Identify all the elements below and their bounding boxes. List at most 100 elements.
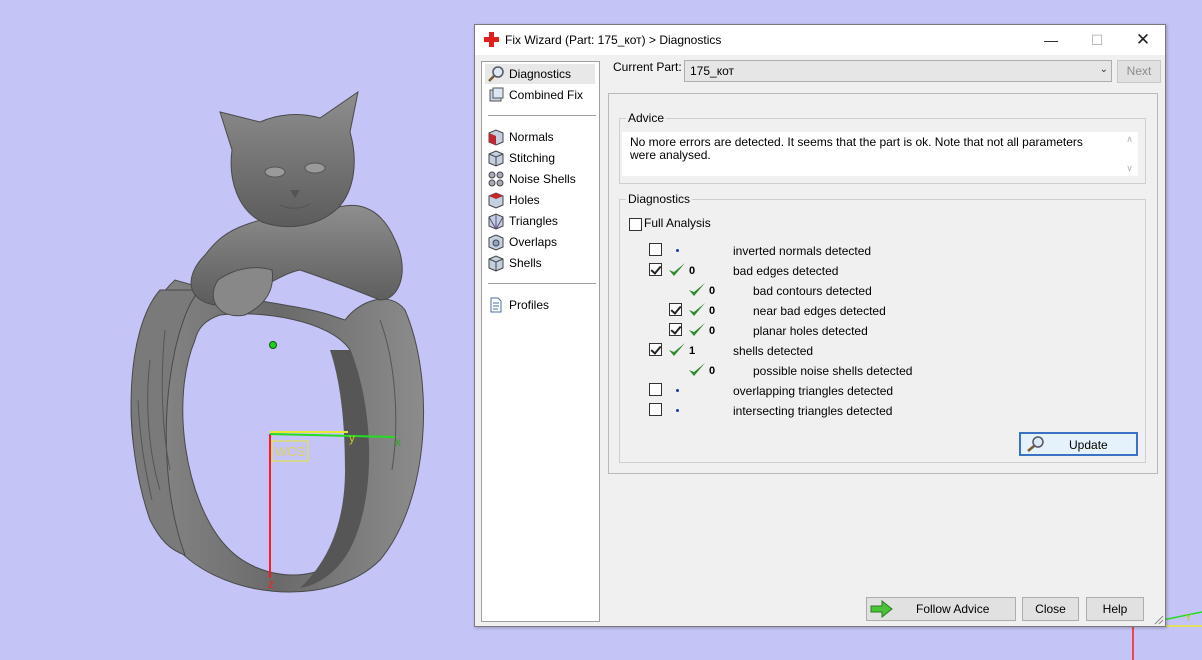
nav-item-holes[interactable]: Holes: [485, 190, 595, 210]
nav-item-triangles[interactable]: Triangles: [485, 211, 595, 231]
holes-cube-icon: [488, 192, 504, 209]
diagnostic-checkbox[interactable]: [649, 383, 662, 396]
current-part-value: 175_кот: [690, 64, 734, 78]
diagnostic-count: 0: [709, 325, 716, 337]
green-check-icon: [669, 263, 685, 276]
diagnostics-title: Diagnostics: [626, 192, 693, 206]
status-dot-icon: [676, 409, 679, 412]
status-dot-icon: [676, 249, 679, 252]
resize-grip-icon[interactable]: [1154, 615, 1164, 625]
magnifier-icon: [1027, 436, 1044, 452]
nav-item-profiles[interactable]: Profiles: [485, 295, 595, 315]
magnifier-icon: [488, 66, 504, 82]
green-check-icon: [689, 323, 705, 336]
noise-dots-icon: [488, 171, 504, 187]
scroll-up-icon[interactable]: ∧: [1121, 134, 1138, 145]
nav-item-noise-shells[interactable]: Noise Shells: [485, 169, 595, 189]
nav-item-combined-fix[interactable]: Combined Fix: [485, 85, 595, 105]
nav-separator: [488, 115, 596, 116]
diagnostic-label: intersecting triangles detected: [733, 404, 893, 418]
axis-x-label: x: [395, 435, 401, 449]
green-check-icon: [689, 303, 705, 316]
diagnostic-row: overlapping triangles detected: [620, 382, 1120, 400]
diagnostic-checkbox[interactable]: [649, 343, 662, 356]
fix-wizard-dialog: Fix Wizard (Part: 175_кот) > Diagnostics…: [474, 24, 1166, 627]
nav-separator: [488, 283, 596, 284]
diagnostic-row: 0 bad contours detected: [620, 282, 1120, 300]
diagnostic-label: planar holes detected: [753, 324, 868, 338]
nav-item-overlaps[interactable]: Overlaps: [485, 232, 595, 252]
shells-cube-icon: [488, 255, 504, 272]
diagnostic-label: overlapping triangles detected: [733, 384, 894, 398]
status-dot-icon: [676, 389, 679, 392]
advice-scrollbar[interactable]: ∧ ∨: [1121, 132, 1138, 176]
wcs-label: WCS: [275, 444, 306, 459]
nav-item-diagnostics[interactable]: Diagnostics: [485, 64, 595, 84]
diagnostic-label: bad contours detected: [753, 284, 872, 298]
diagnostic-row: 1 shells detected: [620, 342, 1120, 360]
window-title: Fix Wizard (Part: 175_кот) > Diagnostics: [505, 33, 722, 47]
diagnostic-row: 0 near bad edges detected: [620, 302, 1120, 320]
cube-stack-icon: [489, 87, 504, 102]
help-button[interactable]: Help: [1086, 597, 1144, 621]
diagnostic-label: inverted normals detected: [733, 244, 872, 258]
green-arrow-icon: [870, 600, 893, 618]
close-window-button[interactable]: ✕: [1120, 25, 1166, 55]
diagnostic-count: 0: [709, 305, 716, 317]
overlaps-cube-icon: [488, 234, 504, 251]
minimize-button[interactable]: —: [1028, 25, 1074, 55]
nav-item-normals[interactable]: Normals: [485, 127, 595, 147]
corner-axis-y-label: Y: [1185, 613, 1192, 624]
main-panel: Advice No more errors are detected. It s…: [608, 93, 1158, 474]
nav-item-shells[interactable]: Shells: [485, 253, 595, 273]
diagnostic-count: 0: [709, 285, 716, 297]
diagnostics-group: Diagnostics Full Analysis inverted norma…: [619, 192, 1146, 463]
normals-cube-icon: [488, 129, 504, 146]
diagnostic-label: near bad edges detected: [753, 304, 886, 318]
diagnostic-label: bad edges detected: [733, 264, 839, 278]
pivot-point[interactable]: [269, 341, 277, 349]
advice-group: Advice No more errors are detected. It s…: [619, 111, 1146, 184]
axis-y-label: y: [349, 431, 355, 445]
green-check-icon: [689, 363, 705, 376]
full-analysis-label: Full Analysis: [644, 216, 711, 230]
next-button[interactable]: Next: [1117, 60, 1161, 83]
document-icon: [490, 297, 502, 313]
diagnostic-checkbox[interactable]: [649, 403, 662, 416]
diagnostic-checkbox[interactable]: [649, 263, 662, 276]
full-analysis-checkbox[interactable]: [629, 218, 642, 231]
follow-advice-button[interactable]: Follow Advice: [866, 597, 1016, 621]
diagnostic-row: 0 planar holes detected: [620, 322, 1120, 340]
green-check-icon: [689, 283, 705, 296]
chevron-down-icon: ⌄: [1099, 64, 1108, 75]
advice-title: Advice: [626, 111, 667, 125]
diagnostic-row: 0 bad edges detected: [620, 262, 1120, 280]
advice-message: No more errors are detected. It seems th…: [630, 135, 1083, 162]
stitch-cube-icon: [488, 150, 504, 167]
triangles-cube-icon: [488, 213, 504, 230]
maximize-button[interactable]: ☐: [1074, 25, 1120, 55]
axis-z-label: z: [268, 577, 274, 591]
diagnostic-count: 1: [689, 345, 696, 357]
diagnostic-label: possible noise shells detected: [753, 364, 913, 378]
nav-item-stitching[interactable]: Stitching: [485, 148, 595, 168]
close-button[interactable]: Close: [1022, 597, 1079, 621]
title-bar[interactable]: Fix Wizard (Part: 175_кот) > Diagnostics…: [475, 25, 1165, 55]
green-check-icon: [669, 343, 685, 356]
advice-textbox[interactable]: No more errors are detected. It seems th…: [622, 132, 1138, 176]
diagnostic-checkbox[interactable]: [649, 243, 662, 256]
update-button[interactable]: Update: [1019, 432, 1138, 456]
diagnostic-count: 0: [709, 365, 716, 377]
current-part-select[interactable]: 175_кот ⌄: [684, 60, 1112, 82]
diagnostic-row: inverted normals detected: [620, 242, 1120, 260]
current-part-label: Current Part:: [613, 60, 682, 74]
diagnostic-checkbox[interactable]: [669, 303, 682, 316]
diagnostic-row: 0 possible noise shells detected: [620, 362, 1120, 380]
wizard-nav-list: Diagnostics Combined Fix Normals Stitchi…: [481, 61, 600, 622]
scroll-down-icon[interactable]: ∨: [1121, 163, 1138, 174]
cat-ring-model[interactable]: [130, 90, 425, 593]
diagnostic-checkbox[interactable]: [669, 323, 682, 336]
red-cross-icon: [484, 32, 499, 47]
diagnostic-label: shells detected: [733, 344, 814, 358]
diagnostic-row: intersecting triangles detected: [620, 402, 1120, 420]
